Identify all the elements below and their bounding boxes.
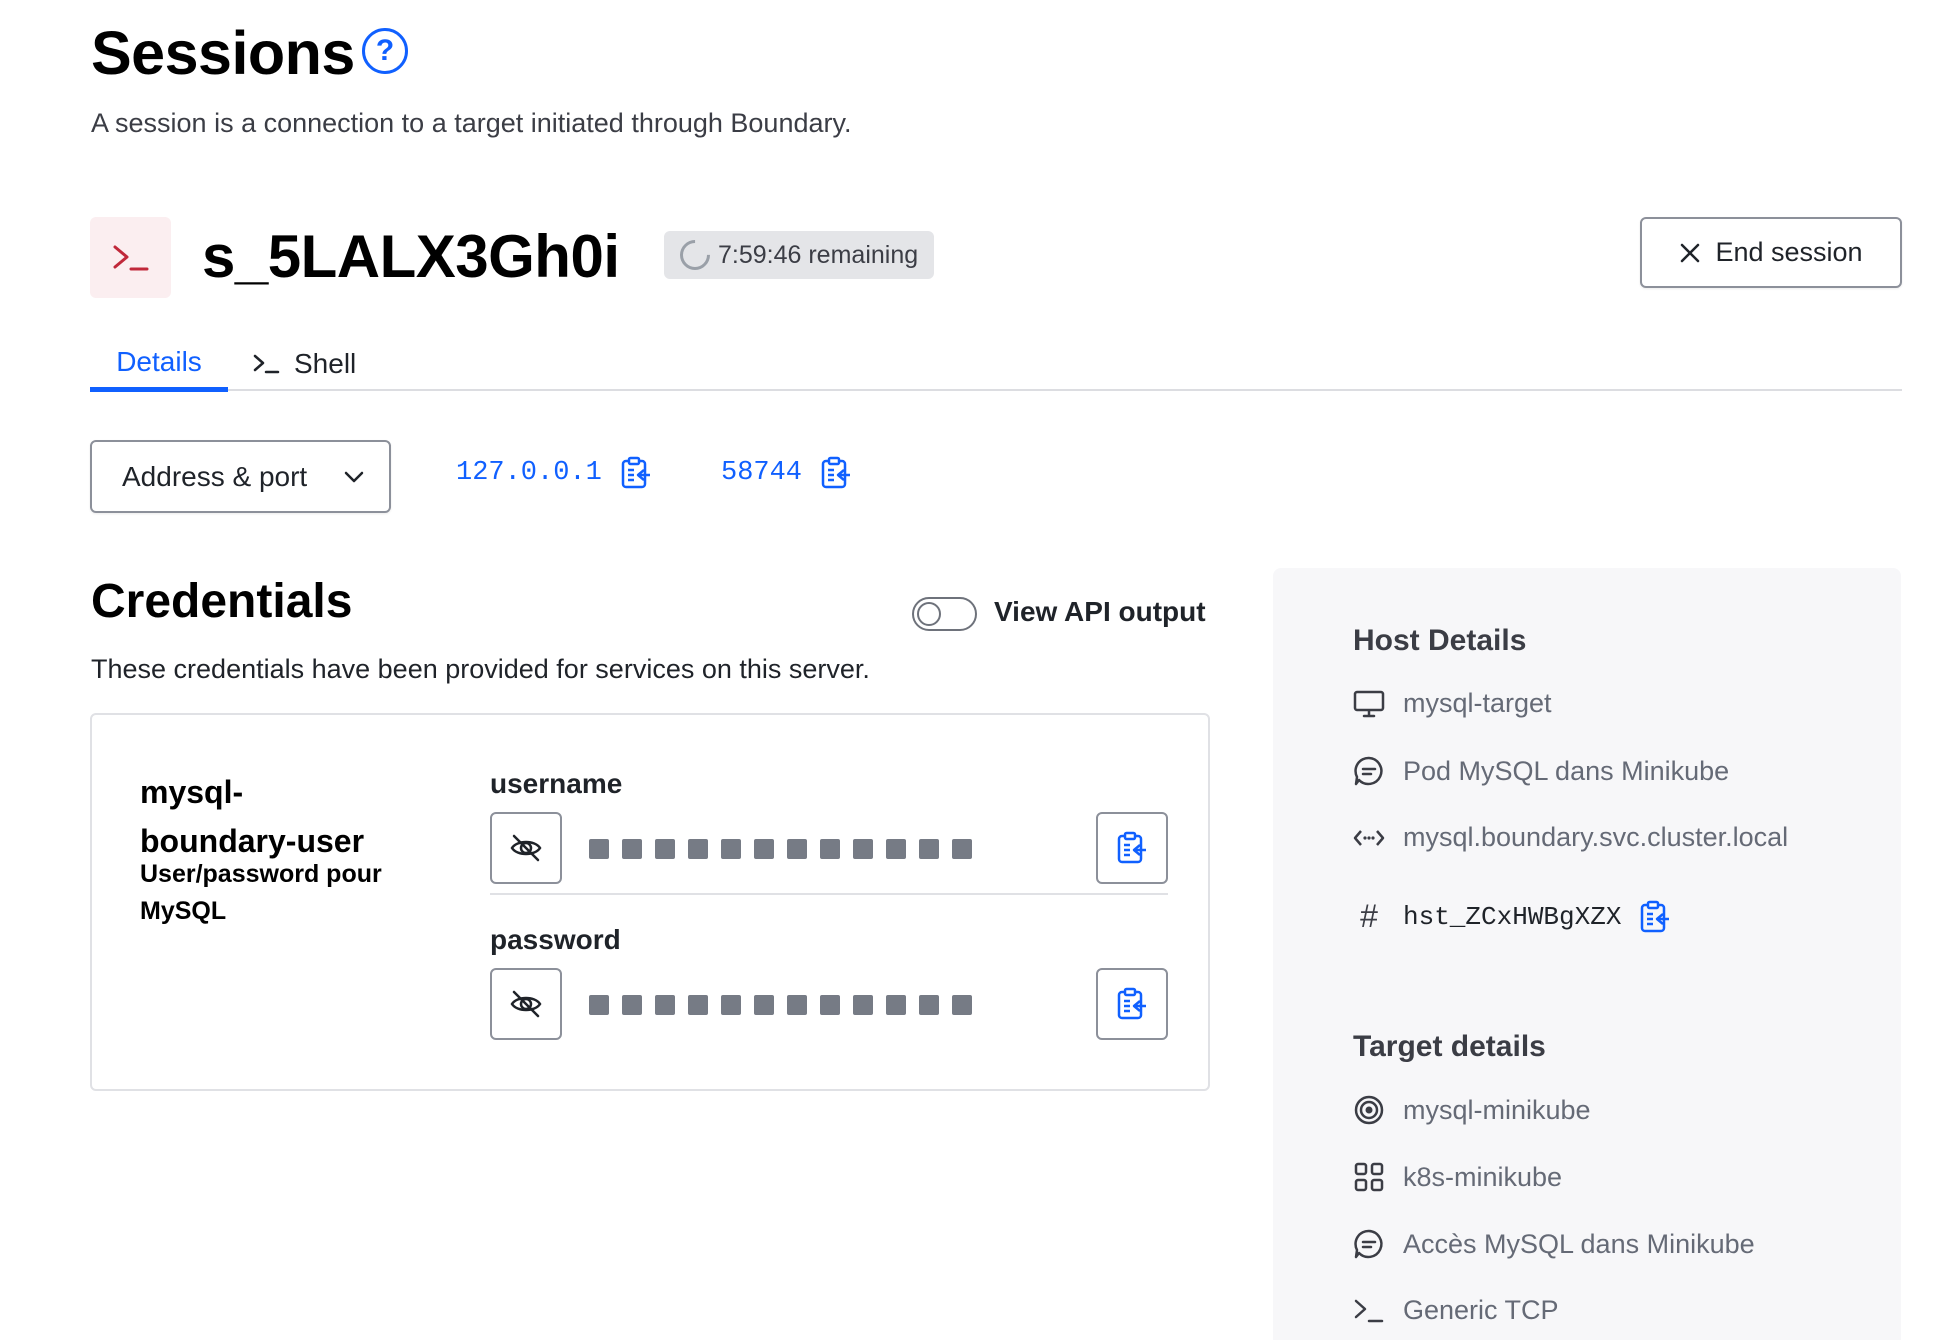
copy-icon — [1117, 987, 1146, 1020]
end-session-button[interactable]: End session — [1640, 217, 1902, 288]
message-circle-icon — [1354, 1229, 1383, 1259]
copy-port-icon[interactable] — [820, 456, 852, 490]
timer-text: 7:59:46 remaining — [718, 240, 919, 269]
target-type-row: Generic TCP — [1353, 1295, 1559, 1326]
session-id: s_5LALX3Gh0i — [202, 223, 620, 290]
target-name: mysql-minikube — [1403, 1094, 1591, 1125]
target-description: Accès MySQL dans Minikube — [1403, 1228, 1755, 1259]
port-text: 58744 — [721, 458, 803, 488]
eye-off-icon — [510, 834, 542, 862]
password-label: password — [490, 924, 621, 955]
eye-off-icon — [510, 990, 542, 1018]
tabs-divider — [90, 389, 1902, 391]
close-icon — [1681, 243, 1700, 262]
host-address: mysql.boundary.svc.cluster.local — [1403, 822, 1789, 852]
page-title: Sessions — [91, 19, 355, 87]
message-circle-icon — [1354, 756, 1383, 786]
copy-password-button[interactable] — [1096, 968, 1168, 1040]
session-timer-badge: 7:59:46 remaining — [664, 231, 935, 279]
host-address-row: mysql.boundary.svc.cluster.local — [1353, 822, 1788, 853]
loading-spinner-icon — [673, 233, 717, 277]
host-name-row: mysql-target — [1353, 688, 1552, 719]
target-details-title: Target details — [1353, 1030, 1546, 1063]
reveal-password-button[interactable] — [490, 968, 562, 1040]
tab-shell-label: Shell — [294, 348, 357, 379]
address-text: 127.0.0.1 — [456, 458, 602, 488]
tab-details[interactable]: Details — [90, 336, 228, 392]
page-description: A session is a connection to a target in… — [91, 108, 852, 138]
password-masked-value — [589, 995, 972, 1015]
target-type: Generic TCP — [1403, 1295, 1559, 1325]
field-divider — [490, 893, 1168, 895]
end-session-label: End session — [1715, 237, 1863, 267]
code-arrows-icon — [1353, 829, 1385, 846]
host-id: hst_ZCxHWBgXZX — [1403, 901, 1622, 932]
terminal-icon — [1354, 1299, 1384, 1322]
host-details-title: Host Details — [1353, 624, 1527, 657]
target-icon — [1354, 1095, 1384, 1125]
host-description: Pod MySQL dans Minikube — [1403, 755, 1730, 786]
credential-description: User/password pour MySQL — [140, 860, 382, 925]
target-scope-row: k8s-minikube — [1353, 1161, 1562, 1193]
credentials-title: Credentials — [91, 575, 353, 628]
host-name: mysql-target — [1403, 688, 1552, 718]
address-value: 127.0.0.1 — [456, 456, 652, 490]
target-description-row: Accès MySQL dans Minikube — [1353, 1228, 1755, 1260]
hash-icon: # — [1360, 898, 1378, 934]
target-name-row: mysql-minikube — [1353, 1094, 1591, 1126]
reveal-username-button[interactable] — [490, 812, 562, 884]
tab-shell[interactable]: Shell — [252, 336, 356, 392]
username-masked-value — [589, 839, 972, 859]
terminal-icon — [253, 354, 280, 374]
grid-icon — [1354, 1162, 1384, 1192]
host-description-row: Pod MySQL dans Minikube — [1353, 755, 1729, 787]
terminal-icon — [90, 217, 171, 298]
question-circle-icon[interactable]: ? — [362, 28, 408, 74]
toggle-knob — [917, 602, 941, 626]
monitor-icon — [1353, 690, 1385, 717]
target-scope: k8s-minikube — [1403, 1161, 1563, 1192]
chevron-down-icon — [344, 471, 364, 482]
copy-icon — [1117, 831, 1146, 864]
details-side-panel — [1273, 568, 1901, 1340]
host-id-row: # hst_ZCxHWBgXZX — [1353, 898, 1671, 935]
address-port-label: Address & port — [122, 460, 308, 492]
view-api-output-toggle[interactable] — [912, 597, 977, 631]
copy-host-id-icon[interactable] — [1639, 900, 1671, 934]
tab-details-label: Details — [116, 345, 202, 377]
copy-address-icon[interactable] — [620, 456, 652, 490]
credential-name: mysql- boundary-user — [140, 774, 365, 859]
username-label: username — [490, 768, 623, 799]
port-value: 58744 — [721, 456, 852, 490]
credentials-description: These credentials have been provided for… — [91, 654, 870, 684]
view-api-output-label: View API output — [994, 596, 1206, 627]
copy-username-button[interactable] — [1096, 812, 1168, 884]
address-port-dropdown[interactable]: Address & port — [90, 440, 391, 513]
